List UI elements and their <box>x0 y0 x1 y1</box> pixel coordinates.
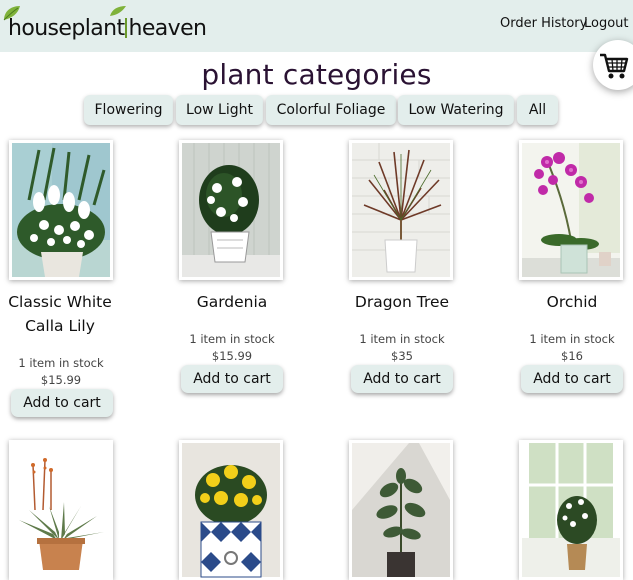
product-image-aloe[interactable] <box>9 440 113 580</box>
brand-name-part1: houseplant <box>8 16 125 41</box>
brand-name-part2: heaven <box>128 16 207 41</box>
product-stock: 1 item in stock <box>529 332 615 346</box>
tab-low-light[interactable]: Low Light <box>176 95 263 125</box>
product-image-yellow-roses[interactable] <box>179 440 283 580</box>
product-stock: 1 item in stock <box>18 356 104 370</box>
brand-logo[interactable]: houseplant heaven <box>3 6 207 41</box>
product-image-rubber-plant[interactable] <box>349 440 453 580</box>
product-name: Dragon Tree <box>354 293 450 311</box>
product-image-orchid[interactable] <box>519 140 623 280</box>
product-name: Gardenia <box>196 293 268 311</box>
product-name: Orchid <box>546 293 598 311</box>
tab-colorful-foliage[interactable]: Colorful Foliage <box>266 95 396 125</box>
product-name-line2: Calla Lily <box>25 317 95 335</box>
logout-link[interactable]: Logout <box>584 16 629 31</box>
product-name-line1: Classic White <box>8 293 112 311</box>
product-price: $35 <box>391 349 413 363</box>
product-price: $16 <box>561 349 583 363</box>
add-to-cart-button[interactable]: Add to cart <box>181 365 283 393</box>
page-title: plant categories <box>201 58 432 91</box>
top-header: houseplant heaven Order History Logout <box>0 0 633 52</box>
tab-flowering[interactable]: Flowering <box>84 95 173 125</box>
add-to-cart-button[interactable]: Add to cart <box>521 365 623 393</box>
product-image-dragon-tree[interactable] <box>349 140 453 280</box>
product-image-calla-lily[interactable] <box>9 140 113 280</box>
product-image-gardenia[interactable] <box>179 140 283 280</box>
add-to-cart-button[interactable]: Add to cart <box>11 389 113 417</box>
leaf-icon <box>3 6 20 21</box>
product-price: $15.99 <box>40 373 82 387</box>
product-name: Classic White Calla Lily <box>0 290 135 338</box>
leaf-icon <box>110 6 126 16</box>
order-history-link[interactable]: Order History <box>500 16 587 31</box>
add-to-cart-button[interactable]: Add to cart <box>351 365 453 393</box>
tab-all[interactable]: All <box>517 95 558 125</box>
product-price: $15.99 <box>211 349 253 363</box>
product-stock: 1 item in stock <box>359 332 445 346</box>
product-image-jasmine[interactable] <box>519 440 623 580</box>
product-stock: 1 item in stock <box>189 332 275 346</box>
tab-low-watering[interactable]: Low Watering <box>398 95 514 125</box>
